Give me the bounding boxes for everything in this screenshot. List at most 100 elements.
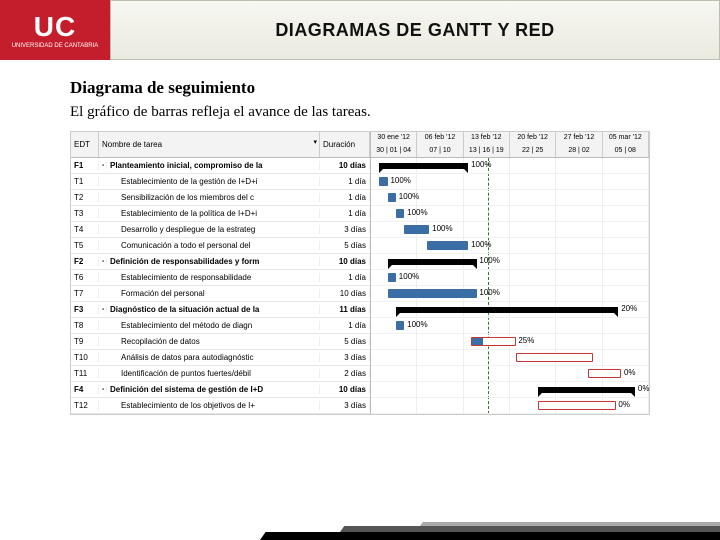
task-bar-planned — [538, 401, 616, 410]
week-cell: 27 feb '12 — [556, 132, 602, 145]
page-title: DIAGRAMAS DE GANTT Y RED — [275, 20, 554, 41]
task-bar-complete — [379, 177, 387, 186]
day-cell: 28 | 02 — [556, 145, 602, 158]
section-description: El gráfico de barras refleja el avance d… — [70, 104, 650, 121]
percent-label: 0% — [618, 400, 630, 409]
table-row: F3-Diagnóstico de la situación actual de… — [71, 302, 370, 318]
cell-dur: 1 día — [320, 193, 370, 202]
cell-name: Planteamiento inicial, compromiso de la — [107, 161, 320, 170]
gantt-row: 25% — [371, 334, 649, 350]
cell-edt: T3 — [71, 209, 99, 218]
slide-decoration — [260, 490, 720, 540]
gantt-row: 100% — [371, 270, 649, 286]
percent-label: 100% — [471, 240, 491, 249]
gantt-chart: EDT Nombre de tarea ▾ Duración F1-Plante… — [70, 131, 650, 415]
week-cell: 30 ene '12 — [371, 132, 417, 145]
cell-edt: T6 — [71, 273, 99, 282]
gantt-timeline-header: 30 ene '1206 feb '1213 feb '1220 feb '12… — [371, 132, 649, 158]
cell-name: Desarrollo y despliegue de la estrateg — [107, 225, 320, 234]
cell-dur: 2 días — [320, 369, 370, 378]
cell-edt: T12 — [71, 401, 99, 410]
cell-edt: T9 — [71, 337, 99, 346]
table-row: T4Desarrollo y despliegue de la estrateg… — [71, 222, 370, 238]
percent-label: 100% — [471, 160, 491, 169]
table-row: F4-Definición del sistema de gestión de … — [71, 382, 370, 398]
logo-sub-text: UNIVERSIDAD DE CANTABRIA — [12, 43, 99, 50]
table-row: T10Análisis de datos para autodiagnóstic… — [71, 350, 370, 366]
expand-icon[interactable]: - — [99, 258, 107, 265]
cell-edt: T8 — [71, 321, 99, 330]
cell-name: Definición del sistema de gestión de I+D — [107, 385, 320, 394]
cell-name: Definición de responsabilidades y form — [107, 257, 320, 266]
cell-edt: T11 — [71, 369, 99, 378]
table-row: T11Identificación de puntos fuertes/débi… — [71, 366, 370, 382]
cell-name: Establecimiento de responsabilidade — [107, 273, 320, 282]
col-name: Nombre de tarea ▾ — [99, 132, 320, 157]
percent-label: 0% — [624, 368, 636, 377]
percent-label: 100% — [407, 208, 427, 217]
day-cell: 07 | 10 — [417, 145, 463, 158]
gantt-body: 100%100%100%100%100%100%100%100%100%20%1… — [371, 158, 649, 414]
cell-dur: 1 día — [320, 321, 370, 330]
uc-logo: UC UNIVERSIDAD DE CANTABRIA — [0, 0, 110, 60]
dropdown-icon[interactable]: ▾ — [313, 138, 317, 146]
gantt-row: 20% — [371, 302, 649, 318]
gantt-row: 0% — [371, 398, 649, 414]
table-row: T3 Establecimiento de la política de I+D+… — [71, 206, 370, 222]
cell-edt: F2 — [71, 257, 99, 266]
cell-name: Comunicación a todo el personal del — [107, 241, 320, 250]
percent-label: 0% — [638, 384, 650, 393]
gantt-row: 100% — [371, 222, 649, 238]
task-bar-complete — [404, 225, 429, 234]
cell-dur: 5 días — [320, 337, 370, 346]
percent-label: 100% — [432, 224, 452, 233]
cell-name: Establecimiento de la política de I+D+i — [107, 209, 320, 218]
cell-edt: F3 — [71, 305, 99, 314]
slide-content: Diagrama de seguimiento El gráfico de ba… — [0, 60, 720, 415]
task-bar-partial — [471, 337, 515, 346]
cell-dur: 1 día — [320, 273, 370, 282]
cell-edt: F1 — [71, 161, 99, 170]
gantt-row: 100% — [371, 318, 649, 334]
table-row: T12 Establecimiento de los objetivos de I… — [71, 398, 370, 414]
summary-bar — [388, 259, 477, 265]
expand-icon[interactable]: - — [99, 162, 107, 169]
cell-name: Establecimiento del método de diagn — [107, 321, 320, 330]
percent-label: 25% — [518, 336, 534, 345]
percent-label: 100% — [399, 272, 419, 281]
task-bar-complete — [427, 241, 469, 250]
cell-edt: T1 — [71, 177, 99, 186]
table-row: T6 Establecimiento de responsabilidade1 d… — [71, 270, 370, 286]
day-cell: 22 | 25 — [510, 145, 556, 158]
cell-name: Formación del personal — [107, 289, 320, 298]
cell-edt: F4 — [71, 385, 99, 394]
expand-icon[interactable]: - — [99, 306, 107, 313]
table-row: T9Recopilación de datos5 días — [71, 334, 370, 350]
gantt-row: 100% — [371, 206, 649, 222]
expand-icon[interactable]: - — [99, 386, 107, 393]
cell-name: Sensibilización de los miembros del c — [107, 193, 320, 202]
cell-name: Establecimiento de la gestión de I+D+i — [107, 177, 320, 186]
cell-dur: 10 días — [320, 385, 370, 394]
week-cell: 20 feb '12 — [510, 132, 556, 145]
gantt-timeline-pane: 30 ene '1206 feb '1213 feb '1220 feb '12… — [371, 132, 649, 414]
percent-label: 100% — [390, 176, 410, 185]
week-cell: 13 feb '12 — [464, 132, 510, 145]
col-edt: EDT — [71, 132, 99, 157]
table-row: F2-Definición de responsabilidades y for… — [71, 254, 370, 270]
cell-name: Establecimiento de los objetivos de I+ — [107, 401, 320, 410]
gantt-left-header: EDT Nombre de tarea ▾ Duración — [71, 132, 370, 158]
cell-dur: 1 día — [320, 209, 370, 218]
summary-bar — [396, 307, 618, 313]
task-bar-complete — [388, 273, 396, 282]
cell-dur: 3 días — [320, 401, 370, 410]
table-row: T2Sensibilización de los miembros del c1… — [71, 190, 370, 206]
summary-bar — [379, 163, 468, 169]
summary-bar — [538, 387, 635, 393]
table-row: T8 Establecimiento del método de diagn1 d… — [71, 318, 370, 334]
table-row: T5Comunicación a todo el personal del5 d… — [71, 238, 370, 254]
gantt-row: 100% — [371, 174, 649, 190]
col-dur: Duración — [320, 132, 370, 157]
col-name-label: Nombre de tarea — [102, 140, 162, 149]
cell-dur: 3 días — [320, 225, 370, 234]
